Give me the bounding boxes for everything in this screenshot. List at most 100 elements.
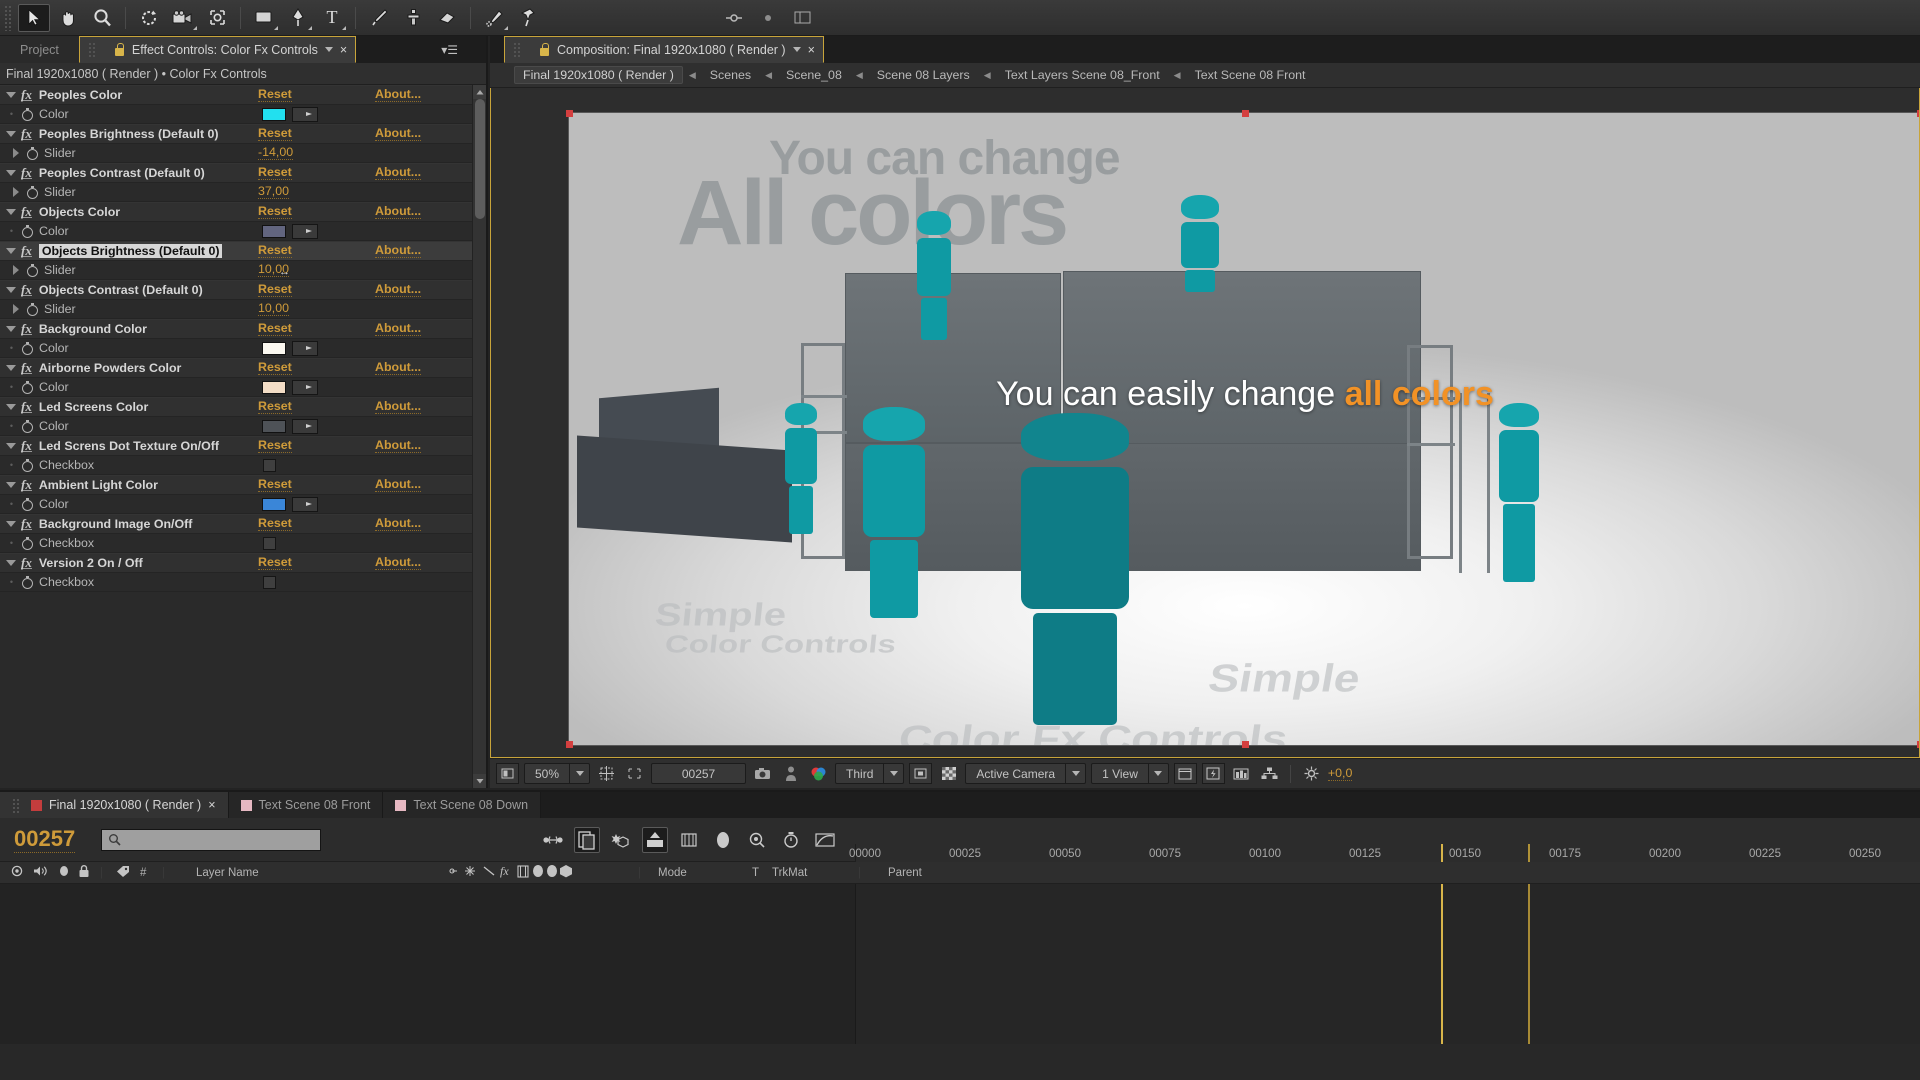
show-snapshot-icon[interactable]	[779, 763, 802, 784]
channel-rgb-icon[interactable]	[807, 763, 830, 784]
about-link[interactable]: About...	[375, 243, 422, 259]
stopwatch-icon[interactable]	[21, 497, 33, 512]
disclosure-triangle-icon[interactable]	[6, 91, 16, 98]
transparency-grid-icon[interactable]	[937, 763, 960, 784]
disclosure-triangle-icon[interactable]	[6, 169, 16, 176]
tab-composition[interactable]: Composition: Final 1920x1080 ( Render ) …	[504, 36, 824, 63]
about-link[interactable]: About...	[375, 282, 422, 298]
eyedropper-icon[interactable]	[292, 106, 318, 122]
timeline-layers-area[interactable]	[0, 884, 1920, 1044]
color-swatch[interactable]	[262, 497, 286, 511]
handle-bottom-left[interactable]	[566, 741, 573, 748]
exposure-value[interactable]: +0,0	[1327, 766, 1353, 781]
motion-blur-icon[interactable]	[676, 827, 702, 853]
about-link[interactable]: About...	[375, 321, 422, 337]
tab-grip[interactable]	[87, 41, 97, 58]
disclosure-triangle-icon[interactable]	[6, 559, 16, 566]
slider-value[interactable]: 10,00	[258, 301, 290, 317]
label-color-icon[interactable]	[116, 865, 131, 881]
pen-tool[interactable]	[282, 4, 314, 32]
video-switch-icon[interactable]	[10, 865, 24, 880]
audio-switch-icon[interactable]	[32, 865, 48, 880]
handle-bottom-mid[interactable]	[1242, 741, 1249, 748]
lock-switch-icon[interactable]	[78, 864, 90, 881]
effect-row[interactable]: fx Objects Contrast (Default 0) Reset About…	[0, 280, 486, 300]
disclosure-triangle-icon[interactable]	[13, 186, 19, 197]
exposure-icon[interactable]	[1300, 763, 1323, 784]
views-select[interactable]: 1 View	[1091, 763, 1169, 784]
graph-editor-icon[interactable]	[812, 827, 838, 853]
disclosure-triangle-icon[interactable]	[13, 147, 19, 158]
camera-select[interactable]: Active Camera	[965, 763, 1087, 784]
slider-property-row[interactable]: Slider 10,00 ↔	[0, 260, 486, 280]
reset-link[interactable]: Reset	[258, 204, 292, 220]
toolbar-grip[interactable]	[4, 4, 13, 31]
disclosure-triangle-icon[interactable]	[13, 264, 19, 275]
effect-row[interactable]: fx Airborne Powders Color Reset About...	[0, 358, 486, 378]
frame-blending-icon[interactable]	[642, 826, 668, 853]
snapshot-camera-icon[interactable]	[751, 763, 774, 784]
lock-icon-comp[interactable]	[539, 43, 550, 56]
color-property-row[interactable]: • Color	[0, 377, 486, 397]
reset-link[interactable]: Reset	[258, 243, 292, 259]
scroll-down-icon[interactable]	[473, 774, 486, 788]
reset-link[interactable]: Reset	[258, 477, 292, 493]
about-link[interactable]: About...	[375, 360, 422, 376]
disclosure-triangle-icon[interactable]	[6, 403, 16, 410]
eyedropper-icon[interactable]	[292, 340, 318, 356]
breadcrumb-item-2[interactable]: Scene_08	[778, 67, 850, 83]
scrollbar-thumb[interactable]	[475, 99, 485, 219]
stopwatch-icon[interactable]	[26, 302, 38, 317]
color-property-row[interactable]: • Color	[0, 494, 486, 514]
checkbox-property-row[interactable]: • Checkbox	[0, 572, 486, 592]
camera-tool[interactable]	[167, 4, 199, 32]
stopwatch-icon[interactable]	[26, 263, 38, 278]
close-icon-comp[interactable]: ×	[808, 43, 815, 57]
brush-tool[interactable]	[363, 4, 395, 32]
scroll-up-icon[interactable]	[473, 85, 486, 99]
disclosure-triangle-icon[interactable]	[6, 442, 16, 449]
tab-grip-comp[interactable]	[513, 41, 522, 58]
tab-grip-tl[interactable]	[12, 797, 21, 813]
disclosure-triangle-icon[interactable]	[6, 520, 16, 527]
region-preview-icon[interactable]	[909, 763, 933, 784]
stopwatch-icon[interactable]	[21, 419, 33, 434]
live-update-icon[interactable]	[540, 827, 566, 853]
about-link[interactable]: About...	[375, 555, 422, 571]
solo-switch-icon[interactable]	[58, 865, 70, 880]
always-preview-icon[interactable]	[496, 763, 519, 784]
eraser-tool[interactable]	[431, 4, 463, 32]
effect-row[interactable]: fx Version 2 On / Off Reset About...	[0, 553, 486, 573]
chevron-down-icon-cam[interactable]	[1066, 771, 1085, 776]
comp-timecode[interactable]: 00257	[651, 763, 747, 784]
stopwatch-icon[interactable]	[21, 224, 33, 239]
timeline-timecode[interactable]: 00257	[14, 826, 76, 853]
slider-value[interactable]: -14,00	[258, 145, 294, 161]
reset-link[interactable]: Reset	[258, 399, 292, 415]
eyedropper-icon[interactable]	[292, 496, 318, 512]
timeline-link-icon[interactable]	[1230, 763, 1253, 784]
stopwatch-icon[interactable]	[26, 146, 38, 161]
checkbox-input[interactable]	[263, 458, 276, 472]
effect-row[interactable]: fx Peoples Brightness (Default 0) Reset Abo…	[0, 124, 486, 144]
checkbox-input[interactable]	[263, 536, 276, 550]
reset-link[interactable]: Reset	[258, 438, 292, 454]
about-link[interactable]: About...	[375, 165, 422, 181]
reset-link[interactable]: Reset	[258, 516, 292, 532]
stopwatch-icon[interactable]	[21, 341, 33, 356]
timeline-tab-0[interactable]: Final 1920x1080 ( Render ) ×	[0, 792, 229, 818]
effect-list[interactable]: fx Peoples Color Reset About... • Color fx Peop…	[0, 85, 486, 788]
rotation-tool[interactable]	[133, 4, 165, 32]
work-area-end-line[interactable]	[1528, 884, 1530, 1044]
checkbox-property-row[interactable]: • Checkbox	[0, 455, 486, 475]
handle-top-mid[interactable]	[1242, 110, 1249, 117]
timeline-tab-2[interactable]: Text Scene 08 Down	[383, 792, 542, 818]
color-property-row[interactable]: • Color	[0, 338, 486, 358]
puppet-pin-tool[interactable]	[512, 4, 544, 32]
timer-icon[interactable]	[778, 827, 804, 853]
shape-tool[interactable]	[248, 4, 280, 32]
stopwatch-icon[interactable]	[21, 107, 33, 122]
reset-link[interactable]: Reset	[258, 282, 292, 298]
about-link[interactable]: About...	[375, 204, 422, 220]
disclosure-triangle-icon[interactable]	[13, 303, 19, 314]
